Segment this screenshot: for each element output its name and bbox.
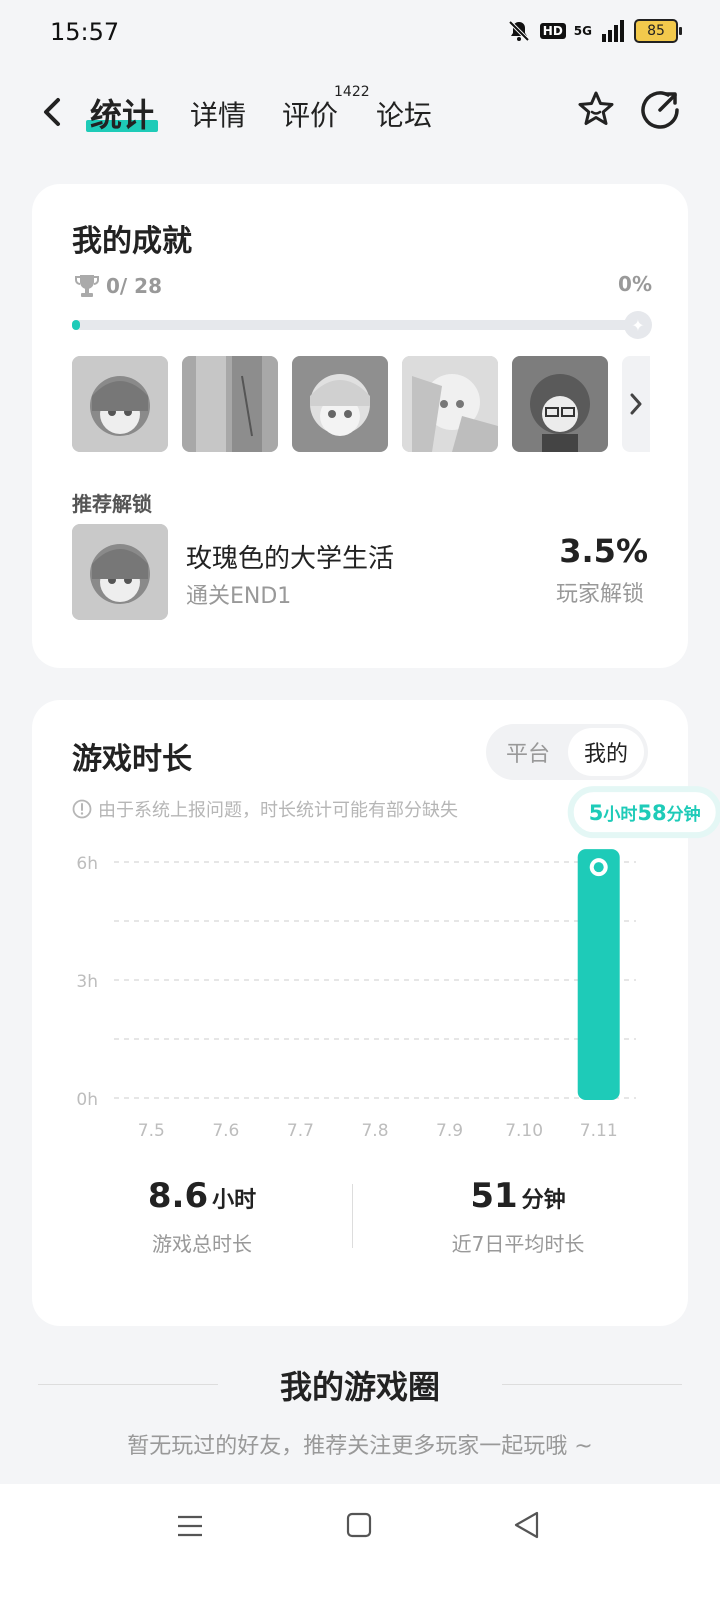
x-tick-label: 7.5 — [138, 1121, 165, 1141]
recommended-achievement-condition: 通关END1 — [186, 584, 292, 609]
top-nav: 统计 详情 评价 1422 论坛 — [0, 80, 720, 144]
achievements-title: 我的成就 — [72, 224, 192, 259]
recommended-unlock-rate-label: 玩家解锁 — [555, 582, 644, 607]
playtime-segment-control: 平台 我的 — [486, 724, 648, 780]
bar-marker-dot — [593, 862, 604, 873]
achievement-thumb[interactable] — [72, 356, 168, 452]
home-icon[interactable] — [346, 1512, 372, 1538]
achievements-progress-bar: ✦ — [72, 311, 652, 339]
x-tick-label: 7.7 — [287, 1121, 314, 1141]
achievement-thumbnails — [72, 356, 650, 452]
y-tick-label: 3h — [76, 972, 98, 992]
playtime-stats: 8.6 小时 游戏总时长 51 分钟 近7日平均时长 — [32, 1176, 688, 1286]
progress-star-icon: ✦ — [624, 311, 652, 339]
chevron-right-icon — [630, 393, 642, 415]
average-playtime-value: 51 — [470, 1176, 518, 1216]
x-tick-label: 7.9 — [436, 1121, 463, 1141]
recommended-achievement-thumb[interactable] — [72, 524, 168, 620]
game-circle-title: 我的游戏圈 — [279, 1368, 440, 1406]
segment-platform[interactable]: 平台 — [490, 728, 566, 776]
status-time: 15:57 — [50, 18, 120, 46]
recommended-unlock-rate: 3.5% — [559, 532, 648, 570]
signal-icon — [602, 20, 624, 42]
playtime-notice: 由于系统上报问题，时长统计可能有部分缺失 — [72, 796, 458, 822]
average-playtime-unit: 分钟 — [521, 1188, 566, 1213]
more-achievements-button[interactable] — [622, 356, 650, 452]
back-arrow-icon[interactable] — [38, 92, 66, 132]
tab-stats-label: 统计 — [90, 96, 155, 134]
status-bar: 15:57 HD 5G 85 — [0, 0, 720, 64]
chart-bar — [577, 849, 620, 1100]
achievements-progress-fill — [72, 320, 80, 330]
tab-details[interactable]: 详情 — [190, 94, 246, 134]
mute-bell-icon — [508, 20, 530, 42]
status-icons: HD 5G 85 — [506, 18, 682, 44]
playtime-title: 游戏时长 — [72, 742, 192, 777]
tooltip-text: 5小时58分钟 — [589, 801, 701, 825]
game-circle-empty-text: 暂无玩过的好友，推荐关注更多玩家一起玩哦 ~ — [127, 1434, 593, 1459]
x-tick-label: 7.6 — [212, 1121, 239, 1141]
average-playtime-stat: 51 分钟 近7日平均时长 — [368, 1176, 668, 1257]
achievements-percent: 0% — [618, 272, 652, 296]
system-nav-bar — [0, 1484, 720, 1600]
playtime-chart: 0h 3h 6h 7.5 7.6 7.7 7.8 7.9 7.10 7.11 5小时58分钟 — [32, 786, 720, 1160]
average-playtime-label: 近7日平均时长 — [451, 1232, 585, 1256]
achievements-progress-row: 0/ 28 — [74, 272, 162, 300]
tab-forum[interactable]: 论坛 — [376, 94, 432, 134]
reviews-count-badge: 1422 — [334, 84, 370, 100]
total-playtime-label: 游戏总时长 — [152, 1232, 252, 1256]
recommended-achievement-name: 玫瑰色的大学生活 — [186, 544, 395, 574]
achievements-count: 0/ 28 — [106, 274, 163, 298]
recent-apps-icon[interactable] — [176, 1512, 204, 1540]
total-playtime-unit: 小时 — [212, 1188, 257, 1213]
achievement-thumb[interactable] — [402, 356, 498, 452]
y-tick-label: 0h — [76, 1090, 98, 1110]
playtime-notice-text: 由于系统上报问题，时长统计可能有部分缺失 — [98, 800, 458, 821]
stats-divider — [352, 1184, 353, 1248]
segment-mine[interactable]: 我的 — [568, 728, 644, 776]
tab-stats[interactable]: 统计 — [86, 90, 159, 136]
share-icon[interactable] — [638, 88, 682, 132]
x-tick-label: 7.10 — [505, 1121, 543, 1141]
recommend-unlock-label: 推荐解锁 — [72, 492, 152, 516]
playtime-bar-chart: 0h 3h 6h 7.5 7.6 7.7 7.8 7.9 7.10 7.11 5小时58分钟 — [76, 786, 720, 1141]
playtime-card: 游戏时长 平台 我的 由于系统上报问题，时长统计可能有部分缺失 0h 3h 6h 7.… — [32, 700, 720, 1326]
achievement-thumb[interactable] — [292, 356, 388, 452]
divider-line — [502, 1384, 682, 1385]
battery-indicator: 85 — [634, 19, 682, 43]
achievement-thumb[interactable] — [182, 356, 278, 452]
trophy-icon — [75, 275, 99, 297]
total-playtime-value: 8.6 — [147, 1176, 209, 1216]
tab-reviews[interactable]: 评价 — [282, 94, 338, 134]
hd-badge: HD — [539, 23, 566, 39]
info-icon — [72, 799, 92, 819]
y-tick-label: 6h — [76, 854, 98, 874]
x-tick-label: 7.8 — [361, 1121, 388, 1141]
network-type: 5G — [573, 24, 592, 38]
x-tick-label: 7.11 — [580, 1121, 618, 1141]
achievements-card: 我的成就 0/ 28 0% ✦ 推荐解锁 玫瑰色的大学生活 通关END1 3.5… — [32, 184, 688, 668]
total-playtime-stat: 8.6 小时 游戏总时长 — [52, 1176, 352, 1257]
favorite-star-icon[interactable] — [574, 88, 618, 132]
system-back-icon[interactable] — [512, 1510, 540, 1540]
achievement-thumb[interactable] — [512, 356, 608, 452]
